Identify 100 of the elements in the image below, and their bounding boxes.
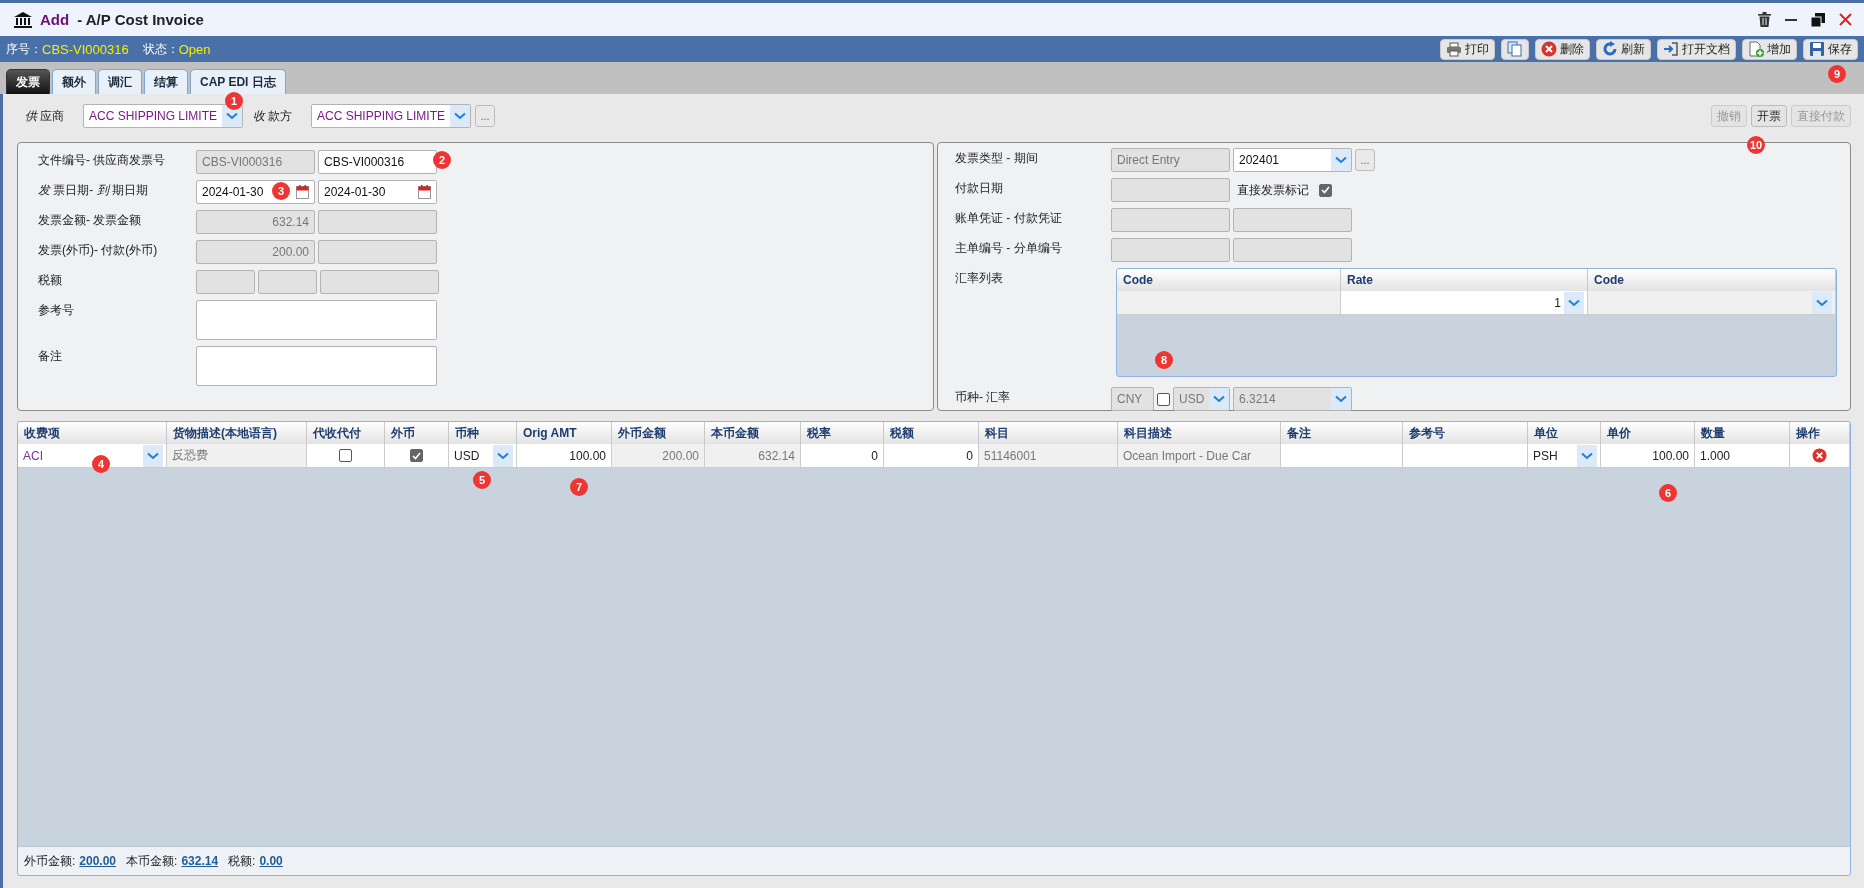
total-link[interactable]: 200.00: [79, 854, 117, 868]
total-label: 本币金额:: [126, 852, 178, 870]
checkbox[interactable]: [1319, 183, 1332, 197]
readonly-field: Direct Entry: [1111, 148, 1230, 172]
field-label: 税额: [38, 272, 63, 289]
minimize-icon[interactable]: [1785, 18, 1797, 21]
text-area[interactable]: [196, 346, 437, 386]
close-icon[interactable]: [1839, 13, 1852, 26]
printer-icon: [1446, 41, 1462, 57]
tab[interactable]: 调汇: [98, 69, 142, 94]
table-cell: 51146001: [979, 444, 1118, 468]
table-cell: 200.00: [612, 444, 705, 468]
chevron-icon[interactable]: [1577, 444, 1597, 467]
calendar-icon[interactable]: [418, 185, 431, 199]
chevron-icon[interactable]: [143, 444, 163, 467]
open-icon: [1663, 41, 1679, 57]
total-label: 税额:: [228, 852, 256, 870]
tab[interactable]: 发票: [6, 69, 50, 94]
select-field[interactable]: 202401: [1233, 148, 1352, 172]
total-link[interactable]: 0.00: [259, 854, 283, 868]
table-cell[interactable]: 100.00: [1601, 444, 1695, 468]
table-cell: Ocean Import - Due Car: [1118, 444, 1281, 468]
calendar-icon[interactable]: [296, 185, 309, 199]
field-label: 文件编号- 供应商发票号: [38, 152, 167, 169]
field-label: 付款日期: [955, 180, 1004, 197]
status-label: 状态：: [142, 40, 179, 58]
select-field[interactable]: 6.3214: [1233, 387, 1352, 411]
toolbar-button[interactable]: 刷新: [1596, 38, 1651, 60]
more-button[interactable]: ...: [1355, 149, 1375, 171]
field-label: 主单编号 - 分单编号: [955, 240, 1063, 257]
delete-icon: [1541, 41, 1557, 57]
copy-icon: [1507, 41, 1523, 57]
field-label: 币种- 汇率: [955, 389, 1012, 406]
tab[interactable]: 结算: [144, 69, 188, 94]
toolbar-button[interactable]: 删除: [1535, 38, 1590, 60]
select-cell[interactable]: [1588, 291, 1836, 315]
checkbox-label: 直接发票标记: [1237, 181, 1309, 199]
date-field[interactable]: 2024-01-30: [318, 180, 437, 204]
chevron-icon[interactable]: [1812, 291, 1832, 314]
chevron-icon[interactable]: [1331, 149, 1351, 171]
field-label: 汇率列表: [955, 270, 1004, 287]
table-cell[interactable]: 1.000: [1695, 444, 1790, 468]
readonly-field: 632.14: [196, 210, 315, 234]
field-label: 发票金额- 发票金额: [38, 212, 143, 229]
select-field[interactable]: ACC SHIPPING LIMITE: [83, 104, 243, 128]
chevron-icon[interactable]: [1564, 291, 1584, 314]
readonly-field: CNY: [1111, 387, 1154, 411]
delete-icon[interactable]: [1812, 448, 1827, 463]
table-cell[interactable]: 0: [884, 444, 979, 468]
total-label: 外币金额:: [24, 852, 76, 870]
chevron-icon[interactable]: [1331, 388, 1351, 410]
toolbar-button[interactable]: 增加: [1742, 38, 1797, 60]
readonly-field: [196, 270, 255, 294]
tab[interactable]: 额外: [52, 69, 96, 94]
field-label: 供 应商: [25, 107, 66, 125]
select-cell[interactable]: PSH: [1528, 444, 1601, 468]
text-area[interactable]: [196, 300, 437, 340]
checkbox[interactable]: [1157, 392, 1170, 406]
field-label: 参考号: [38, 302, 75, 319]
field-label: 收 款方: [253, 107, 294, 125]
readonly-field: [258, 270, 317, 294]
refresh-icon: [1602, 41, 1618, 57]
select-field[interactable]: USD: [1173, 387, 1230, 411]
table-cell[interactable]: [1281, 444, 1403, 468]
trash-icon[interactable]: [1758, 12, 1771, 27]
table-cell[interactable]: 0: [801, 444, 884, 468]
chevron-icon[interactable]: [1209, 388, 1229, 410]
field-label: 发票类型 - 期间: [955, 150, 1039, 167]
more-button[interactable]: ...: [475, 105, 495, 127]
table-cell: 反恐费: [167, 444, 307, 468]
table-cell[interactable]: [1403, 444, 1528, 468]
window-title-action: Add: [40, 11, 70, 28]
chevron-icon[interactable]: [450, 105, 470, 127]
add-page-icon: [1748, 41, 1764, 57]
status-value: CBS-VI000316: [42, 41, 129, 57]
action-button[interactable]: 开票: [1751, 105, 1787, 127]
readonly-field: CBS-VI000316: [196, 150, 315, 174]
save-icon: [1809, 41, 1825, 57]
restore-icon[interactable]: [1811, 12, 1825, 27]
checkbox[interactable]: [339, 449, 352, 462]
total-link[interactable]: 632.14: [181, 854, 219, 868]
toolbar-button[interactable]: [1501, 38, 1529, 60]
select-field[interactable]: ACC SHIPPING LIMITE: [311, 104, 471, 128]
chevron-icon[interactable]: [493, 444, 513, 467]
toolbar-button[interactable]: 打开文档: [1657, 38, 1736, 60]
toolbar-button[interactable]: 保存: [1803, 38, 1858, 60]
toolbar-button[interactable]: 打印: [1440, 38, 1495, 60]
bank-icon: [14, 11, 32, 28]
table-cell[interactable]: 100.00: [517, 444, 612, 468]
checkbox[interactable]: [410, 449, 423, 462]
text-field[interactable]: CBS-VI000316: [318, 150, 437, 174]
select-cell[interactable]: USD: [449, 444, 517, 468]
window-title: - A/P Cost Invoice: [77, 11, 204, 28]
field-label: 发 票日期- 到 期日期: [38, 182, 149, 199]
status-label: 序号：: [6, 40, 42, 58]
tab[interactable]: CAP EDI 日志: [190, 69, 286, 94]
field-label: 发票(外币)- 付款(外币): [38, 242, 159, 259]
select-cell[interactable]: 1: [1341, 291, 1588, 315]
readonly-field: 200.00: [196, 240, 315, 264]
status-value: Open: [178, 41, 211, 57]
